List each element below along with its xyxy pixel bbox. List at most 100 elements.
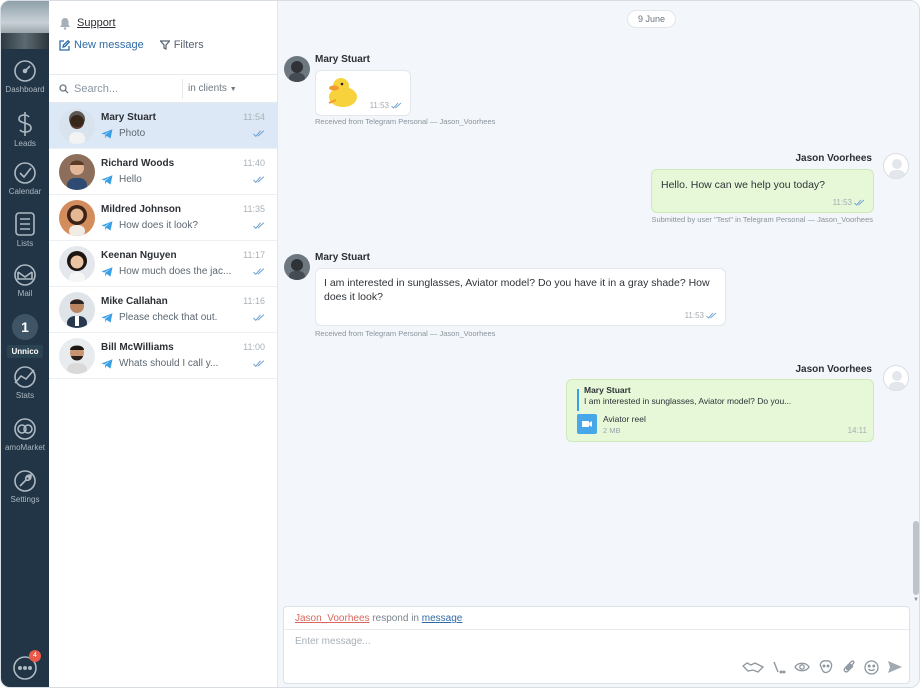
message-text: Hello. How can we help you today? — [661, 179, 826, 191]
emoji-icon[interactable] — [864, 659, 879, 675]
read-ticks-icon — [253, 268, 265, 275]
avatar — [59, 154, 95, 190]
chat-row-keenan-nguyen[interactable]: Keenan Nguyen 11:17 How much does the ja… — [49, 241, 277, 287]
main-navigation: Dashboard Leads Calendar Lists Mail 1 Un… — [1, 1, 49, 687]
respond-target: Jason_Voorhees respond in message — [295, 613, 462, 624]
chat-time: 11:54 — [243, 112, 265, 122]
chat-row-bill-mcwilliams[interactable]: Bill McWilliams 11:00 Whats should I cal… — [49, 333, 277, 379]
read-ticks-icon — [253, 314, 265, 321]
respond-channel-link[interactable]: message — [422, 613, 463, 624]
new-message-label: New message — [74, 39, 144, 51]
respond-label: respond in — [372, 613, 419, 624]
read-ticks-icon — [391, 102, 402, 109]
nav-stats[interactable]: Stats — [1, 365, 49, 417]
message-sender: Jason Voorhees — [795, 364, 872, 375]
mail-icon — [14, 264, 36, 286]
chat-time: 11:35 — [243, 204, 265, 214]
message-time: 11:53 — [684, 311, 704, 320]
message-meta: Submitted by user "Test" in Telegram Per… — [651, 215, 873, 224]
search-icon — [59, 83, 69, 93]
chat-preview: Please check that out. — [119, 312, 218, 323]
unnico-label: Unnico — [7, 345, 43, 358]
chat-row-mary-stuart[interactable]: Mary Stuart 11:54 Photo — [49, 103, 277, 149]
telegram-icon — [101, 220, 113, 231]
nav-dashboard[interactable]: Dashboard — [1, 59, 49, 111]
chat-name: Mary Stuart — [101, 112, 157, 123]
bell-icon — [60, 17, 70, 30]
account-logo[interactable] — [1, 1, 49, 49]
chat-name: Keenan Nguyen — [101, 250, 177, 261]
chat-preview: How does it look? — [119, 220, 198, 231]
chat-row-mildred-johnson[interactable]: Mildred Johnson 11:35 How does it look? — [49, 195, 277, 241]
chat-time: 11:40 — [243, 158, 265, 168]
sticker-icon[interactable] — [818, 659, 834, 675]
file-name[interactable]: Aviator reel — [603, 414, 646, 424]
search-scope-label: in clients — [188, 83, 227, 94]
search-scope-dropdown[interactable]: in clients ▼ — [188, 83, 237, 94]
filter-icon — [159, 40, 170, 50]
chat-time: 11:00 — [243, 342, 265, 352]
message-meta: Received from Telegram Personal — Jason_… — [315, 117, 496, 126]
reply-quote-bar — [577, 389, 579, 411]
message-time: 11:53 — [369, 101, 389, 110]
filters-button[interactable]: Filters — [159, 39, 204, 51]
video-file-icon[interactable] — [577, 414, 597, 434]
chat-name: Mike Callahan — [101, 296, 168, 307]
scroll-down-arrow[interactable]: ▼ — [913, 597, 919, 603]
read-ticks-icon — [253, 222, 265, 229]
stats-icon — [14, 366, 36, 388]
chat-name: Mildred Johnson — [101, 204, 181, 215]
outgoing-file-message[interactable]: Mary Stuart I am interested in sunglasse… — [566, 379, 874, 442]
nav-leads[interactable]: Leads — [1, 111, 49, 163]
agent-avatar — [883, 365, 909, 391]
telegram-icon — [101, 174, 113, 185]
attach-paperclip-icon[interactable] — [842, 659, 856, 675]
composer-toolbar — [742, 659, 903, 675]
leads-dollar-icon — [18, 112, 32, 136]
scrollbar-thumb[interactable] — [913, 521, 919, 595]
avatar — [59, 338, 95, 374]
avatar — [59, 246, 95, 282]
filters-label: Filters — [173, 39, 204, 51]
settings-icon — [14, 470, 36, 492]
sticker-message[interactable]: 11:53 — [315, 70, 411, 116]
nav-unnico[interactable]: 1 Unnico — [1, 311, 49, 361]
message-input[interactable]: Enter message... — [295, 636, 371, 647]
chat-row-richard-woods[interactable]: Richard Woods 11:40 Hello — [49, 149, 277, 195]
message-sender: Jason Voorhees — [795, 153, 872, 164]
handshake-icon[interactable] — [742, 660, 764, 674]
new-message-button[interactable]: New message — [59, 39, 144, 51]
chat-preview: How much does the jac... — [119, 266, 232, 277]
message-time: 11:53 — [832, 198, 852, 207]
duck-sticker-icon — [328, 78, 357, 107]
nav-stats-label: Stats — [15, 391, 35, 400]
support-title[interactable]: Support — [77, 17, 116, 29]
message-time: 14:11 — [847, 426, 867, 435]
eye-icon[interactable] — [794, 661, 810, 673]
reply-sender: Mary Stuart — [584, 385, 631, 395]
unnico-number: 1 — [12, 314, 38, 340]
slash-command-icon[interactable] — [772, 660, 786, 674]
nav-mail[interactable]: Mail — [1, 263, 49, 315]
compose-icon — [59, 39, 70, 51]
message-meta: Received from Telegram Personal — Jason_… — [315, 329, 496, 338]
dashboard-icon — [14, 60, 36, 82]
app-window: Dashboard Leads Calendar Lists Mail 1 Un… — [0, 0, 920, 688]
outgoing-message[interactable]: Hello. How can we help you today? 11:53 — [651, 169, 874, 213]
nav-settings[interactable]: Settings — [1, 469, 49, 521]
read-ticks-icon — [706, 312, 717, 319]
respond-user-link[interactable]: Jason_Voorhees — [295, 613, 370, 624]
send-icon[interactable] — [887, 660, 903, 674]
chat-notifications-button[interactable]: 4 — [12, 650, 41, 681]
nav-calendar[interactable]: Calendar — [1, 161, 49, 213]
amomarket-icon — [14, 418, 36, 440]
search-input[interactable]: Search... — [74, 83, 118, 95]
notification-badge: 4 — [29, 650, 41, 662]
nav-lists[interactable]: Lists — [1, 211, 49, 263]
message-text: I am interested in sunglasses, Aviator m… — [324, 277, 710, 303]
reply-text: I am interested in sunglasses, Aviator m… — [584, 396, 792, 406]
conversation-panel: 9 June Mary Stuart 11:53 Received from T… — [278, 1, 919, 687]
nav-amomarket[interactable]: amoMarket — [1, 417, 49, 469]
chat-row-mike-callahan[interactable]: Mike Callahan 11:16 Please check that ou… — [49, 287, 277, 333]
incoming-message[interactable]: I am interested in sunglasses, Aviator m… — [315, 268, 726, 326]
